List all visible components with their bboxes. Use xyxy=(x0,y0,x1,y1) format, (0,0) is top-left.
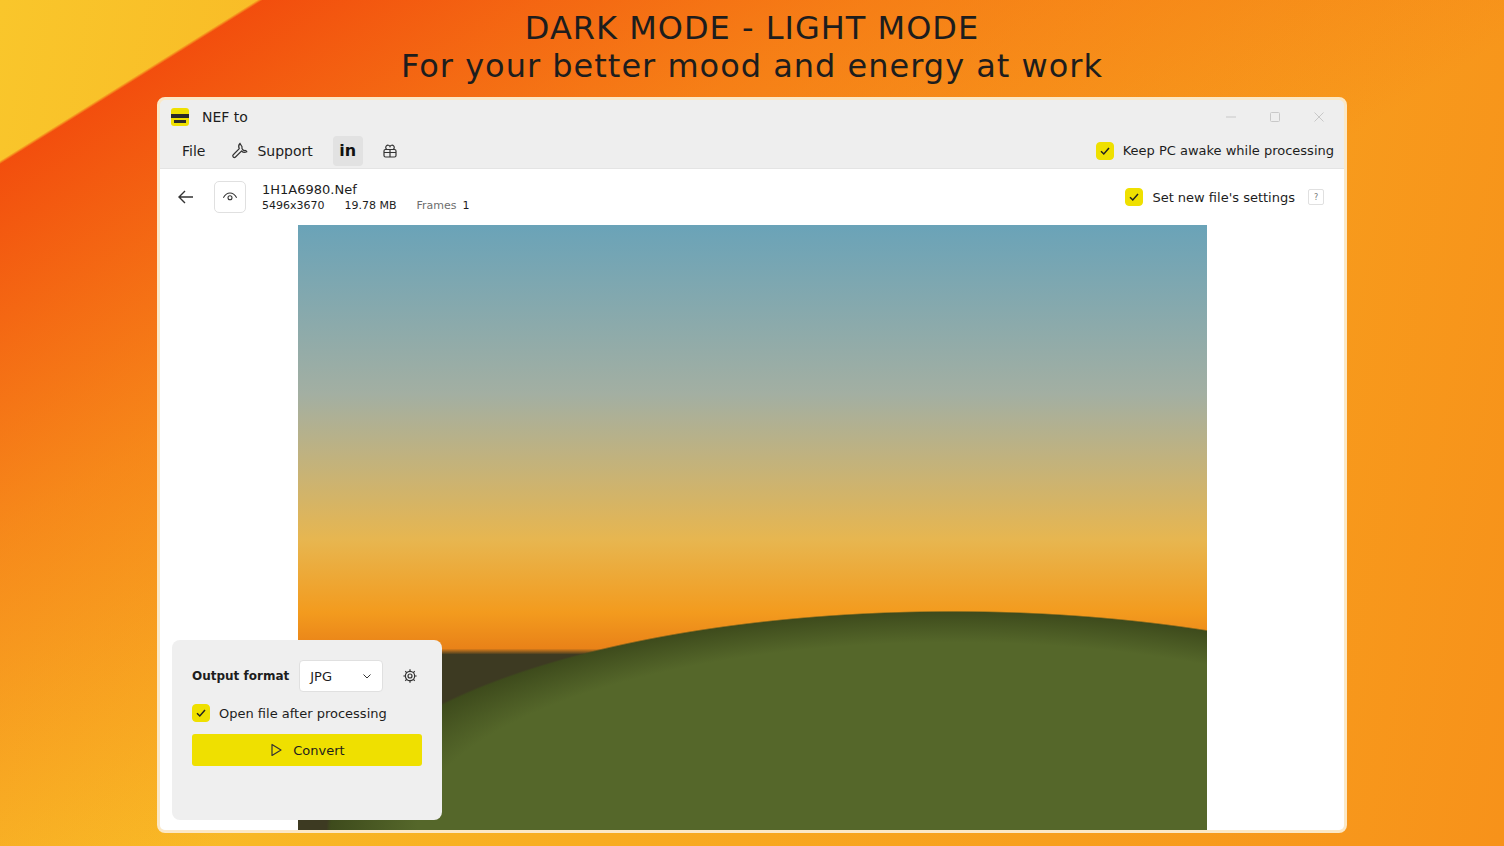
eye-icon xyxy=(222,189,238,205)
convert-button[interactable]: Convert xyxy=(192,734,422,766)
format-settings-button[interactable] xyxy=(399,661,422,691)
menu-item[interactable]: File xyxy=(172,139,215,163)
close-icon[interactable] xyxy=(1312,110,1326,124)
output-format-select[interactable]: JPG xyxy=(299,660,383,692)
preview-button[interactable] xyxy=(214,181,246,213)
file-header: 1H1A6980.Nef 5496x3670 19.78 MB Frames1 Set … xyxy=(160,169,1344,225)
file-size: 19.78 MB xyxy=(345,199,397,212)
output-format-row: Output format JPG xyxy=(192,660,422,692)
back-arrow-icon[interactable] xyxy=(176,187,196,207)
page: DARK MODE - LIGHT MODEFor your better mo… xyxy=(0,0,1504,846)
output-format-label: Output format xyxy=(192,669,289,683)
check-icon xyxy=(1128,191,1140,203)
open-after-box[interactable] xyxy=(192,704,210,722)
play-icon xyxy=(269,743,283,757)
file-name: 1H1A6980.Nef xyxy=(262,182,470,197)
check-icon xyxy=(195,707,207,719)
help-badge[interactable]: ? xyxy=(1308,189,1324,205)
keep-awake-box[interactable] xyxy=(1096,142,1114,160)
check-icon xyxy=(1099,145,1111,157)
file-info: 1H1A6980.Nef 5496x3670 19.78 MB Frames1 xyxy=(262,182,470,212)
chevron-down-icon xyxy=(362,671,372,681)
wrench-icon xyxy=(231,142,249,160)
file-frames: Frames1 xyxy=(417,199,470,212)
new-file-settings-box[interactable] xyxy=(1125,188,1143,206)
headline: DARK MODE - LIGHT MODEFor your better mo… xyxy=(401,0,1103,97)
gift-icon xyxy=(381,142,399,160)
file-meta: 5496x3670 19.78 MB Frames1 xyxy=(262,199,470,212)
headline-line: DARK MODE - LIGHT MODE xyxy=(525,9,979,47)
window-controls xyxy=(1224,110,1334,124)
title-bar: NEF to xyxy=(160,100,1344,133)
convert-panel: Output format JPG Open file after processi… xyxy=(172,640,442,820)
linkedin-button[interactable]: in xyxy=(333,136,363,166)
window-title: NEF to xyxy=(202,109,248,125)
new-file-settings-checkbox[interactable]: Set new file's settings? xyxy=(1125,188,1324,206)
headline-line: For your better mood and energy at work xyxy=(401,47,1103,85)
feedback-button[interactable] xyxy=(375,136,405,166)
gear-icon[interactable] xyxy=(402,668,418,684)
app-logo-icon xyxy=(170,107,190,127)
minimize-icon[interactable] xyxy=(1224,110,1238,124)
open-after-checkbox[interactable]: Open file after processing xyxy=(192,704,422,722)
menu-bar: FileSupport in Keep PC awake while process… xyxy=(160,133,1344,168)
menu-item[interactable]: Support xyxy=(221,138,322,164)
file-dimensions: 5496x3670 xyxy=(262,199,325,212)
app-window: NEF to FileSupport in Keep PC awake while p… xyxy=(157,97,1347,833)
maximize-icon[interactable] xyxy=(1268,110,1282,124)
keep-awake-checkbox[interactable]: Keep PC awake while processing xyxy=(1096,142,1334,160)
content-area: 1H1A6980.Nef 5496x3670 19.78 MB Frames1 Set … xyxy=(160,168,1344,830)
